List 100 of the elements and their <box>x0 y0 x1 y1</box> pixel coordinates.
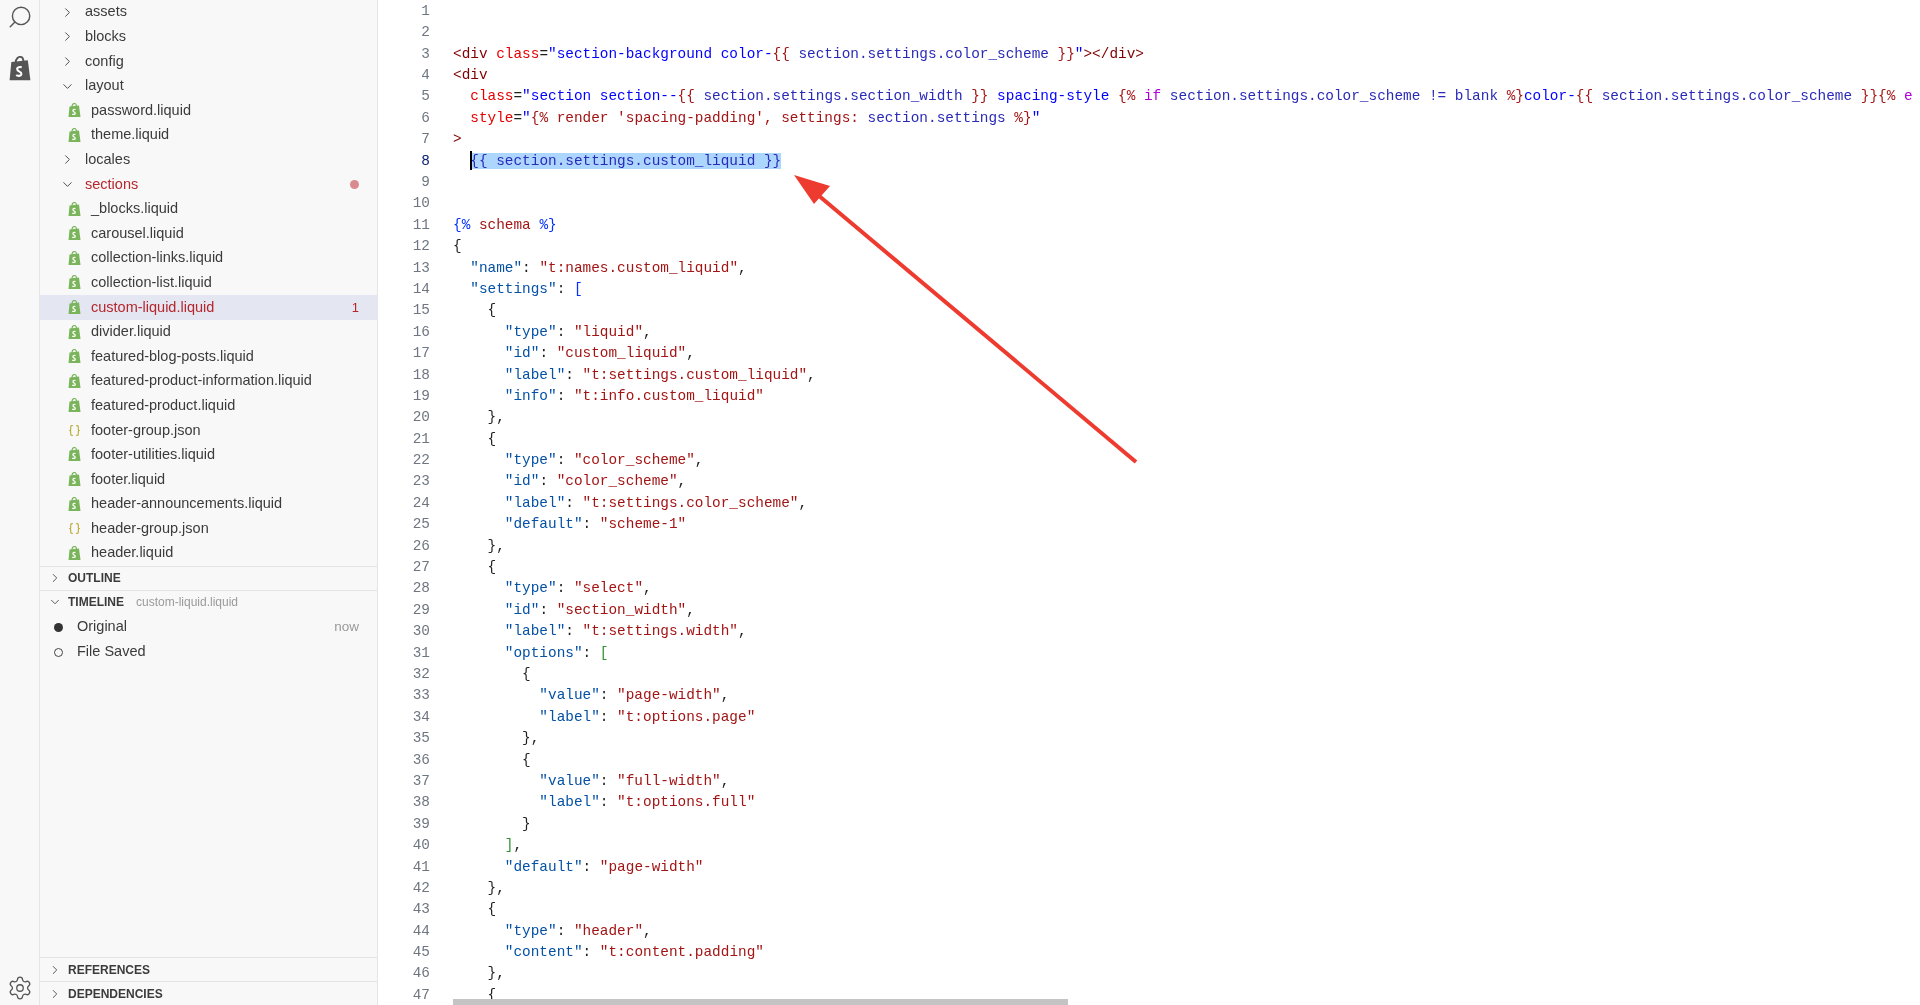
code-line: "id": "section_width", <box>503 600 695 620</box>
line-number: 23 <box>411 472 430 492</box>
code-line: "type": "header", <box>503 921 652 941</box>
code-line: { <box>486 429 497 449</box>
folder-item[interactable]: layout <box>40 73 377 99</box>
line-number: 46 <box>411 964 430 984</box>
folder-item[interactable]: config <box>40 49 377 74</box>
line-number: 7 <box>420 130 430 150</box>
line-number: 1 <box>420 1 430 21</box>
shopping-bag-icon <box>68 496 81 512</box>
code-line: }, <box>521 729 540 749</box>
line-number: 15 <box>411 301 430 321</box>
code-line: ], <box>503 836 523 856</box>
file-item[interactable]: featured-blog-posts.liquid <box>40 344 377 369</box>
code-line: }, <box>486 408 505 428</box>
line-number: 21 <box>411 429 430 449</box>
timeline-entry[interactable]: Original now <box>40 614 377 640</box>
code-line: "name": "t:names.custom_liquid", <box>469 258 747 278</box>
shopping-bag-icon <box>68 226 81 242</box>
line-number: 43 <box>411 900 430 920</box>
line-number: 10 <box>411 194 430 214</box>
code-line: "content": "t:content.padding" <box>503 943 764 963</box>
line-number: 39 <box>411 814 430 834</box>
file-item[interactable]: _blocks.liquid <box>40 196 377 222</box>
code-line: }, <box>486 878 505 898</box>
line-number: 30 <box>411 622 430 642</box>
code-line: { <box>486 301 497 321</box>
line-number: 20 <box>411 408 430 428</box>
shopping-bag-icon <box>68 275 81 291</box>
line-number: 11 <box>411 215 430 235</box>
braces-icon <box>68 423 81 437</box>
file-item[interactable]: collection-links.liquid <box>40 245 377 271</box>
panel-title: TIMELINE <box>68 594 124 612</box>
code-line: "label": "t:options.full" <box>538 793 756 813</box>
line-number: 13 <box>411 258 430 278</box>
folder-item[interactable]: assets <box>40 0 377 25</box>
code-line: "label": "t:settings.color_scheme", <box>503 493 808 513</box>
shopping-bag-icon <box>68 545 81 561</box>
horizontal-scrollbar[interactable] <box>453 999 1068 1005</box>
line-number: 28 <box>411 579 430 599</box>
code-line: { <box>453 237 462 257</box>
panel-title: REFERENCES <box>68 961 150 979</box>
shopping-bag-icon <box>68 324 81 340</box>
line-number: 44 <box>411 921 430 941</box>
code-line: } <box>521 814 531 834</box>
file-item[interactable]: carousel.liquid <box>40 221 377 246</box>
shopping-bag-icon <box>68 349 81 365</box>
line-number: 34 <box>411 707 430 727</box>
line-number: 17 <box>411 344 430 364</box>
file-item[interactable]: theme.liquid <box>40 122 377 148</box>
file-item[interactable]: password.liquid <box>40 98 377 123</box>
line-number: 19 <box>411 386 430 406</box>
file-item[interactable]: custom-liquid.liquid 1 <box>40 295 377 320</box>
line-number: 12 <box>411 237 430 257</box>
shopping-bag-icon <box>68 127 81 143</box>
panel-header[interactable]: DEPENDENCIES <box>40 981 377 1005</box>
file-item[interactable]: collection-list.liquid <box>40 270 377 296</box>
file-item[interactable]: header-announcements.liquid <box>40 491 377 517</box>
panel-header[interactable]: REFERENCES <box>40 957 377 981</box>
shopping-bag-icon[interactable] <box>7 56 32 82</box>
panel-header[interactable]: OUTLINE <box>40 565 377 590</box>
folder-item[interactable]: sections <box>40 172 377 197</box>
line-number: 2 <box>420 23 430 43</box>
code-line: { <box>486 900 497 920</box>
code-line: {% schema %} <box>453 215 557 235</box>
panel-header[interactable]: TIMELINE custom-liquid.liquid <box>40 589 377 614</box>
line-number: 27 <box>411 558 430 578</box>
shopping-bag-icon <box>68 447 81 463</box>
file-item[interactable]: footer.liquid <box>40 467 377 492</box>
file-item[interactable]: footer-group.json <box>40 418 377 443</box>
file-item[interactable]: featured-product-information.liquid <box>40 368 377 394</box>
code-line: "type": "liquid", <box>503 322 652 342</box>
file-item[interactable]: divider.liquid <box>40 319 377 345</box>
file-item[interactable]: featured-product.liquid <box>40 393 377 419</box>
file-item[interactable]: header.liquid <box>40 541 377 566</box>
code-line: > <box>453 130 462 150</box>
code-line: { <box>521 665 531 684</box>
folder-item[interactable]: blocks <box>40 24 377 50</box>
shopping-bag-icon <box>68 299 81 315</box>
shopping-bag-icon <box>68 250 81 266</box>
file-item[interactable]: footer-utilities.liquid <box>40 442 377 468</box>
line-number: 9 <box>420 173 430 192</box>
line-number: 31 <box>411 643 430 663</box>
code-line: "default": "scheme-1" <box>503 515 687 535</box>
line-number: 26 <box>411 536 430 556</box>
timeline-entry[interactable]: File Saved <box>40 639 377 665</box>
code-line: <div class="section-background color-{{ section.settings.color_scheme }}"></div> <box>453 44 1144 64</box>
line-number: 18 <box>411 365 430 385</box>
code-line: "options": [ <box>503 643 609 663</box>
braces-icon <box>68 522 81 536</box>
line-number: 33 <box>411 686 430 706</box>
line-number: 4 <box>420 66 430 86</box>
code-line: "id": "custom_liquid", <box>503 344 695 364</box>
file-item[interactable]: header-group.json <box>40 516 377 542</box>
shopping-bag-icon <box>68 201 81 217</box>
panel-subtitle: custom-liquid.liquid <box>136 594 239 612</box>
panel-title: DEPENDENCIES <box>68 985 163 1003</box>
code-line: "label": "t:settings.custom_liquid", <box>503 365 816 385</box>
code-line: {{ section.settings.custom_liquid }} <box>469 151 782 171</box>
folder-item[interactable]: locales <box>40 147 377 173</box>
